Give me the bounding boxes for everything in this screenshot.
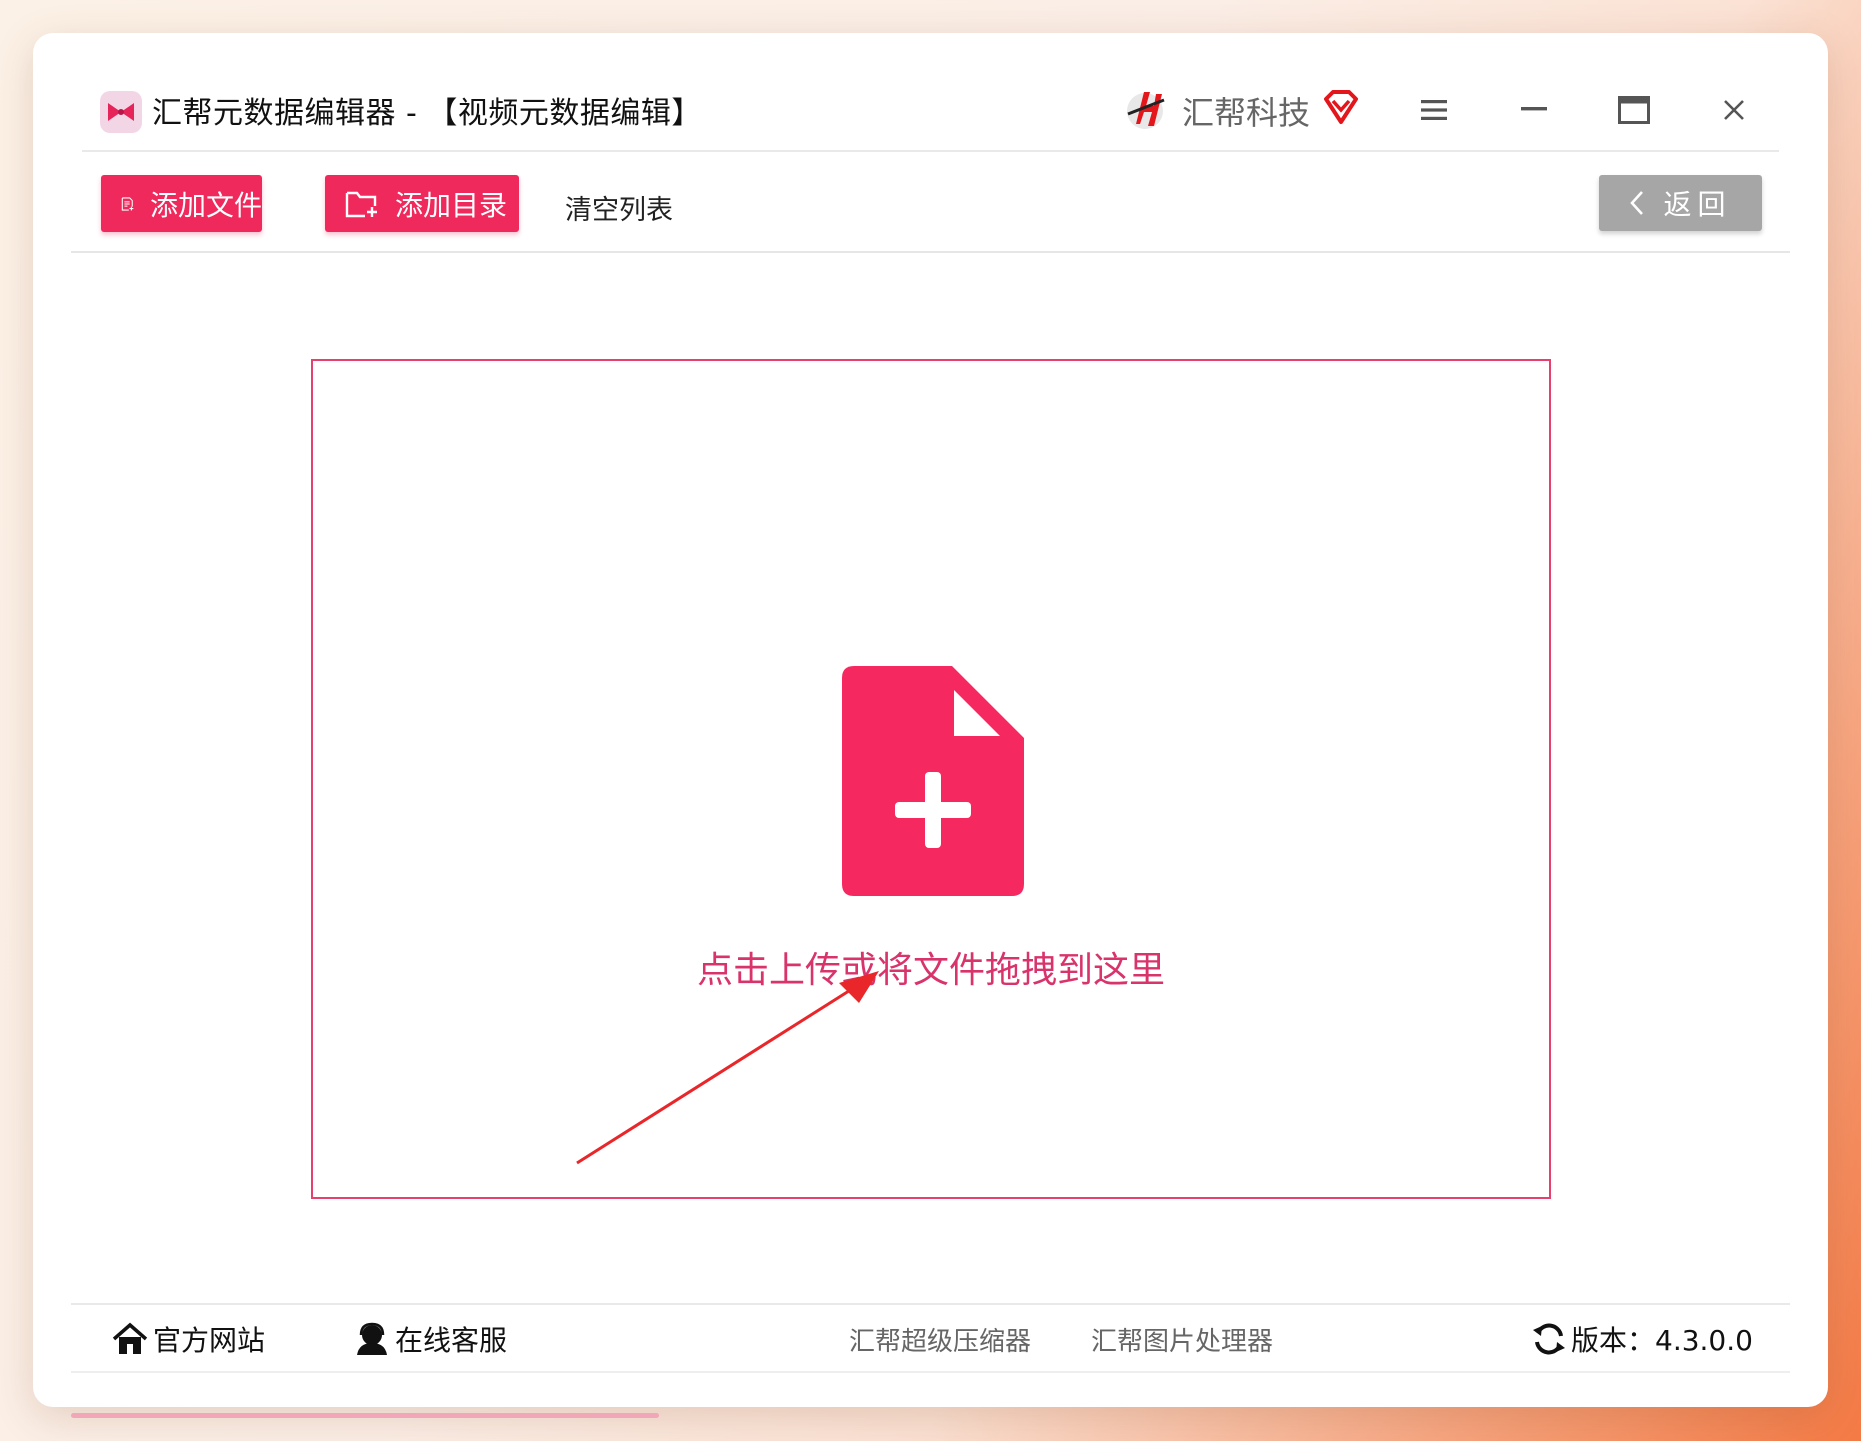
minimize-icon[interactable] [1512, 88, 1556, 132]
official-site-link[interactable]: 官方网站 [111, 1319, 265, 1359]
close-icon[interactable] [1712, 88, 1756, 132]
image-processor-link[interactable]: 汇帮图片处理器 [1091, 1321, 1273, 1358]
app-logo-icon [100, 91, 142, 133]
add-folder-icon [345, 191, 377, 217]
file-dropzone[interactable]: 点击上传或将文件拖拽到这里 [311, 359, 1551, 1199]
add-file-label: 添加文件 [149, 188, 262, 222]
add-directory-label: 添加目录 [395, 188, 508, 222]
refresh-icon [1533, 1323, 1565, 1355]
brand-logo-icon [1120, 84, 1170, 134]
add-directory-button[interactable]: 添加目录 [325, 175, 519, 232]
customer-service-icon [357, 1322, 387, 1355]
online-service-link[interactable]: 在线客服 [353, 1319, 507, 1359]
add-file-button[interactable]: 添加文件 [101, 175, 262, 232]
clear-list-button[interactable]: 清空列表 [565, 188, 673, 227]
title-bar: 汇帮元数据编辑器 - 【视频元数据编辑】 汇帮科技 [82, 70, 1779, 152]
version-label: 版本：4.3.0.0 [1571, 1324, 1753, 1357]
back-label: 返回 [1663, 188, 1732, 221]
chevron-left-icon [1630, 191, 1644, 215]
file-add-icon [842, 666, 1024, 896]
vip-diamond-icon[interactable] [1322, 88, 1360, 126]
back-button[interactable]: 返回 [1599, 175, 1762, 231]
maximize-icon[interactable] [1612, 88, 1656, 132]
footer-bar: 官方网站 在线客服 汇帮超级压缩器 汇帮图片处理器 版本：4.3.0.0 [71, 1303, 1790, 1373]
scroll-indicator [71, 1413, 659, 1418]
dropzone-hint: 点击上传或将文件拖拽到这里 [696, 950, 1165, 991]
online-service-label: 在线客服 [395, 1324, 508, 1357]
home-icon [112, 1322, 148, 1354]
brand-name: 汇帮科技 [1182, 94, 1311, 132]
official-site-label: 官方网站 [153, 1324, 266, 1357]
app-title: 汇帮元数据编辑器 - 【视频元数据编辑】 [152, 96, 702, 131]
toolbar: 添加文件 添加目录 清空列表 返回 [71, 154, 1790, 253]
arrow-annotation-icon [576, 971, 879, 1165]
version-check[interactable]: 版本：4.3.0.0 [1531, 1319, 1753, 1359]
add-file-icon [121, 196, 134, 211]
menu-icon[interactable] [1412, 88, 1456, 132]
compressor-link[interactable]: 汇帮超级压缩器 [849, 1321, 1031, 1358]
